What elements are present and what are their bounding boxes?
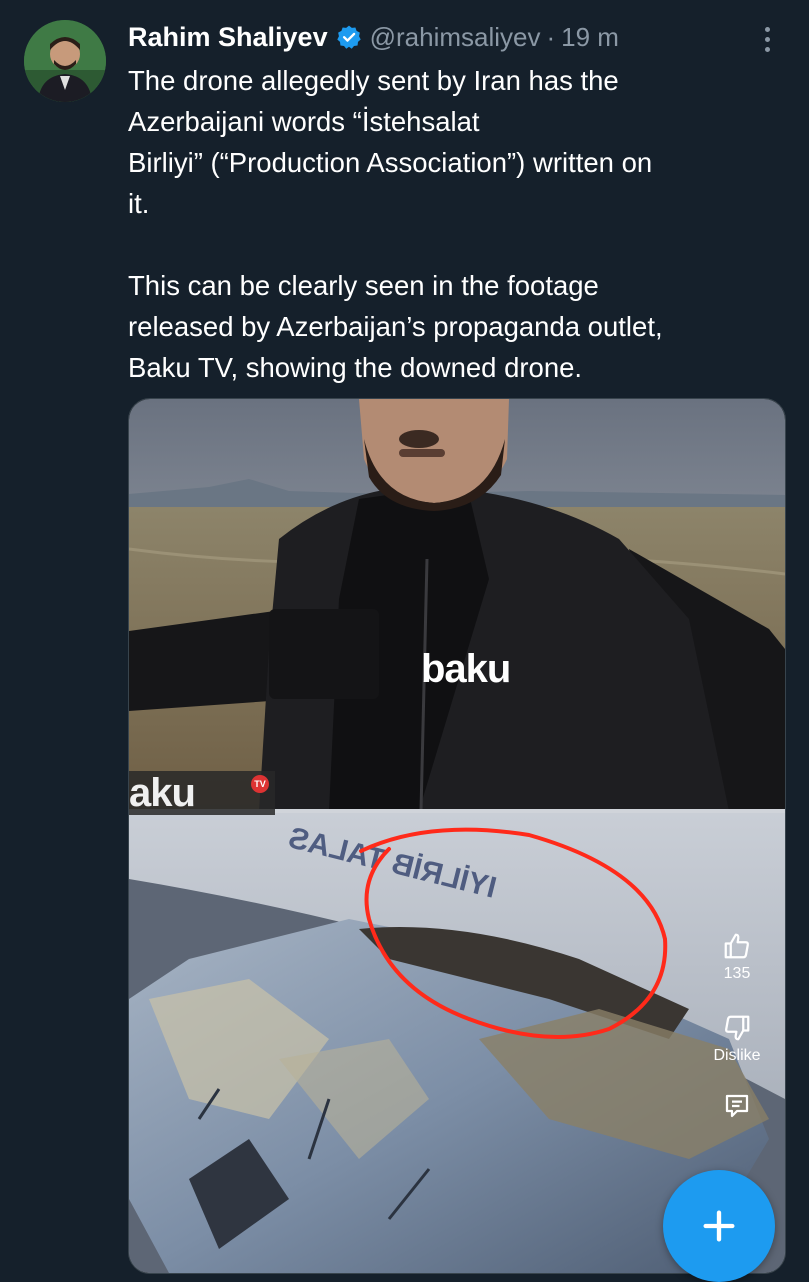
watermark-badge: TV — [251, 775, 269, 793]
like-action[interactable]: 135 — [722, 931, 752, 983]
author-name[interactable]: Rahim Shaliyev — [128, 22, 328, 53]
watermark-text: aku — [129, 771, 196, 815]
vest-logo: baku — [421, 647, 511, 691]
dislike-action[interactable]: Dislike — [713, 1013, 761, 1065]
tweet-paragraph: This can be clearly seen in the footage … — [128, 270, 663, 383]
verified-badge-icon — [336, 24, 362, 50]
compose-button[interactable] — [663, 1170, 775, 1282]
like-count: 135 — [723, 965, 751, 982]
thumbs-down-icon[interactable] — [722, 1013, 752, 1043]
tweet-media[interactable]: IYİLRİB TALAS baku aku TV 135 Dislike — [128, 398, 786, 1274]
tweet[interactable]: Rahim Shaliyev @rahimsaliyev · 19 m The … — [0, 0, 809, 1282]
author-avatar[interactable] — [24, 20, 106, 102]
tweet-text: The drone allegedly sent by Iran has the… — [128, 60, 778, 388]
more-options-icon[interactable] — [752, 22, 782, 56]
dislike-label: Dislike — [713, 1047, 761, 1064]
comment-action[interactable] — [722, 1091, 752, 1121]
plus-icon — [699, 1206, 739, 1246]
video-side-actions: 135 Dislike — [701, 931, 773, 1121]
header-separator: · — [546, 21, 556, 52]
tweet-header: Rahim Shaliyev @rahimsaliyev · 19 m — [128, 18, 619, 56]
channel-watermark: aku TV — [129, 771, 275, 815]
comment-icon[interactable] — [722, 1091, 752, 1121]
tweet-timestamp[interactable]: 19 m — [561, 22, 619, 53]
tweet-paragraph: The drone allegedly sent by Iran has the… — [128, 65, 653, 219]
thumbs-up-icon[interactable] — [722, 931, 752, 961]
author-handle[interactable]: @rahimsaliyev — [370, 22, 541, 53]
video-frame: IYİLRİB TALAS — [129, 399, 785, 1273]
